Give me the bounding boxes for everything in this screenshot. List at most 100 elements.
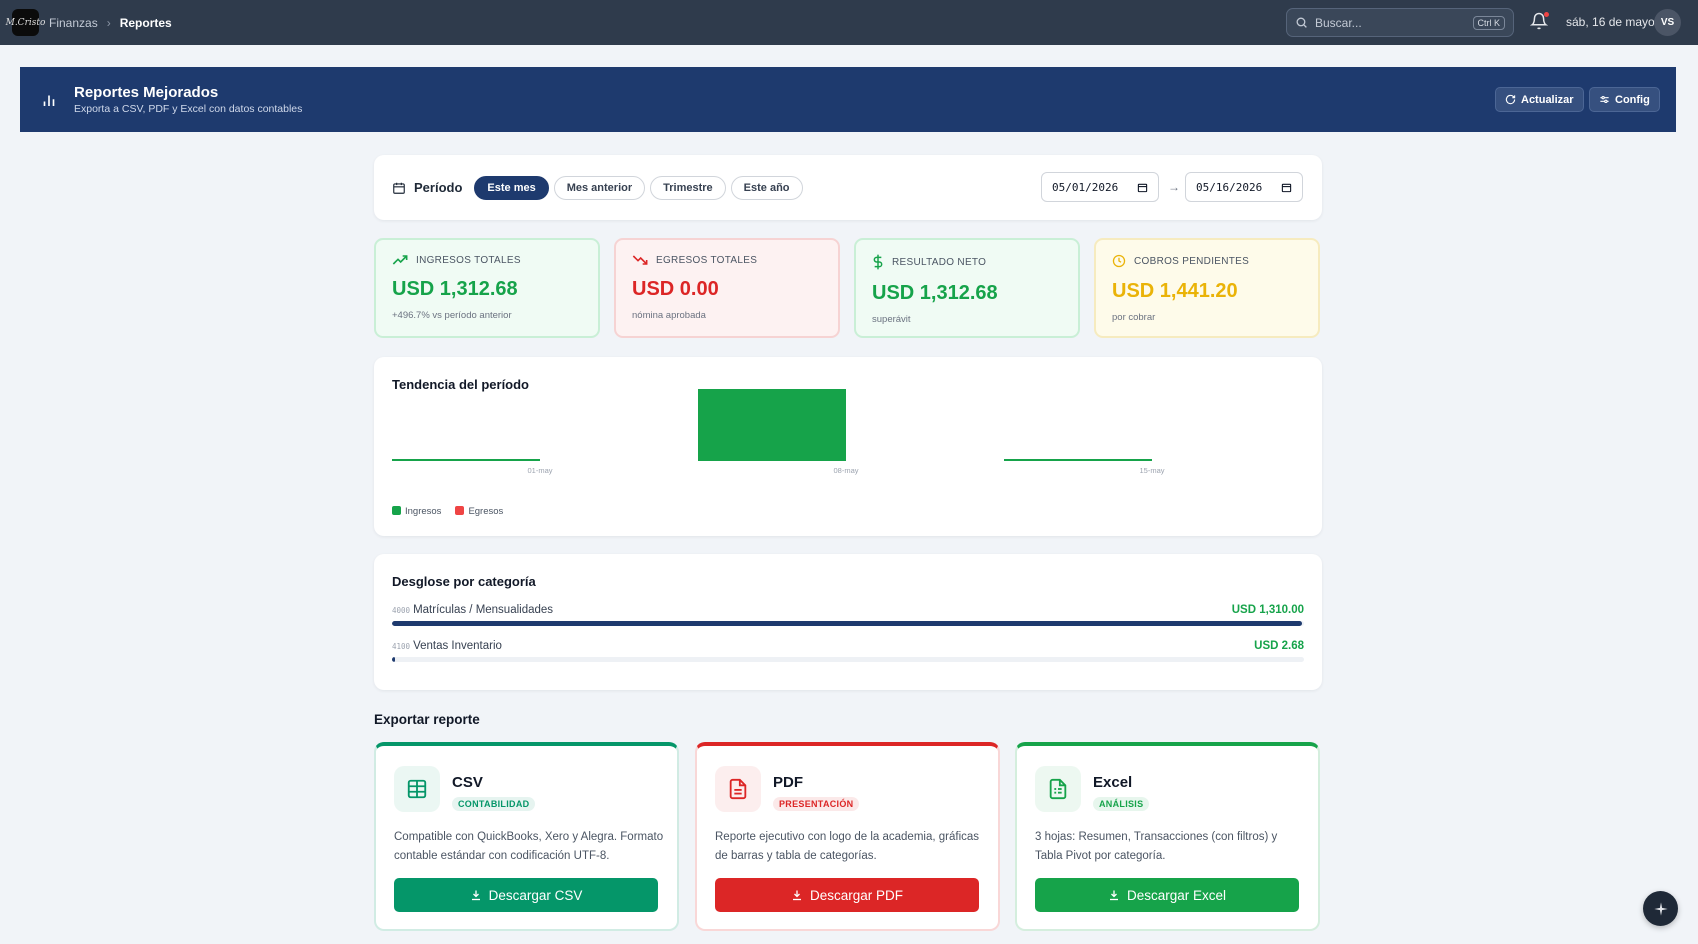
bar-chart-icon xyxy=(43,95,55,106)
download-csv-button[interactable]: Descargar CSV xyxy=(394,878,658,912)
config-button[interactable]: Config xyxy=(1589,87,1660,112)
chart-legend: Ingresos Egresos xyxy=(392,506,503,517)
stat-value: USD 0.00 xyxy=(632,278,719,300)
legend-item-egresos: Egresos xyxy=(455,506,503,517)
refresh-button[interactable]: Actualizar xyxy=(1495,87,1584,112)
notifications-button[interactable] xyxy=(1529,12,1550,32)
period-option-este-ano[interactable]: Este año xyxy=(730,175,803,200)
export-badge: CONTABILIDAD xyxy=(452,797,536,811)
spreadsheet-icon xyxy=(1035,766,1081,812)
download-icon xyxy=(792,890,801,901)
end-date-input[interactable]: 05/16/2026 xyxy=(1185,172,1303,202)
category-row: 4100 Ventas Inventario USD 2.68 xyxy=(392,640,1304,662)
notification-dot xyxy=(1544,12,1549,17)
refresh-icon xyxy=(1505,94,1516,105)
stat-card-ingresos: INGRESOS TOTALES USD 1,312.68 +496.7% vs… xyxy=(374,238,600,338)
search-icon xyxy=(1296,17,1307,28)
category-name: Matrículas / Mensualidades xyxy=(413,604,554,616)
export-description: 3 hojas: Resumen, Transacciones (con fil… xyxy=(1035,831,1278,862)
export-format-title: CSV xyxy=(452,774,483,791)
stat-note: por cobrar xyxy=(1112,312,1156,323)
trend-chart: 01-may 08-may 15-may xyxy=(392,389,1165,475)
period-option-trimestre[interactable]: Trimestre xyxy=(650,175,726,200)
x-tick-label: 08-may xyxy=(833,466,858,475)
floating-action-button[interactable] xyxy=(1643,891,1678,926)
download-label: Descargar CSV xyxy=(488,887,583,903)
sparkle-icon xyxy=(1653,901,1668,916)
x-tick-label: 01-may xyxy=(527,466,552,475)
category-amount: USD 1,310.00 xyxy=(1231,604,1304,616)
start-date-input[interactable]: 05/01/2026 xyxy=(1041,172,1159,202)
export-card-excel: Excel ANÁLISIS 3 hojas: Resumen, Transac… xyxy=(1015,742,1320,931)
period-label: Período xyxy=(414,180,463,195)
page-title: Reportes Mejorados xyxy=(74,84,219,101)
bar-ingresos-01-may xyxy=(392,459,540,461)
calendar-picker-icon[interactable] xyxy=(1281,182,1292,193)
trending-down-icon xyxy=(632,255,648,265)
calendar-picker-icon[interactable] xyxy=(1137,182,1148,193)
stat-card-resultado-neto: RESULTADO NETO USD 1,312.68 superávit xyxy=(854,238,1080,338)
stat-label: RESULTADO NETO xyxy=(892,256,987,268)
period-option-este-mes[interactable]: Este mes xyxy=(474,175,549,200)
current-date: sáb, 16 de mayo xyxy=(1566,15,1655,29)
export-description: Compatible con QuickBooks, Xero y Alegra… xyxy=(394,831,664,862)
bar-ingresos-08-may xyxy=(698,389,846,461)
category-row: 4000 Matrículas / Mensualidades USD 1,310… xyxy=(392,604,1304,626)
breadcrumb: Finanzas › Reportes xyxy=(49,16,172,30)
category-amount: USD 2.68 xyxy=(1254,640,1304,652)
breadcrumb-finanzas[interactable]: Finanzas xyxy=(49,16,98,30)
stat-note: +496.7% vs período anterior xyxy=(392,310,512,321)
breadcrumb-reportes: Reportes xyxy=(119,15,172,30)
stat-value: USD 1,312.68 xyxy=(392,278,518,300)
trend-chart-card: Tendencia del período 01-may 08-may 15-may… xyxy=(374,357,1322,536)
category-breakdown-card: Desglose por categoría 4000 Matrículas / … xyxy=(374,554,1322,690)
download-icon xyxy=(471,890,480,901)
export-badge: PRESENTACIÓN xyxy=(773,797,860,811)
search-placeholder: Buscar... xyxy=(1315,15,1362,30)
period-selector: Período Este mes Mes anterior Trimestre … xyxy=(374,155,1322,220)
category-progress-fill xyxy=(392,657,395,662)
stat-value: USD 1,441.20 xyxy=(1112,280,1238,302)
user-avatar[interactable]: VS xyxy=(1654,9,1681,36)
category-progress-track xyxy=(392,621,1304,626)
clock-icon xyxy=(1112,254,1126,268)
stat-note: nómina aprobada xyxy=(632,310,706,321)
config-label: Config xyxy=(1615,93,1650,106)
stat-note: superávit xyxy=(872,314,911,325)
download-label: Descargar PDF xyxy=(809,887,904,903)
file-text-icon xyxy=(715,766,761,812)
export-format-title: Excel xyxy=(1093,774,1133,791)
app-logo[interactable]: M.Cristo xyxy=(6,9,45,36)
end-date-value: 05/16/2026 xyxy=(1196,180,1263,194)
search-input[interactable]: Buscar... Ctrl K xyxy=(1286,8,1514,37)
export-section-title: Exportar reporte xyxy=(374,712,480,727)
start-date-value: 05/01/2026 xyxy=(1052,180,1119,194)
stat-label: COBROS PENDIENTES xyxy=(1134,255,1250,267)
search-shortcut-badge: Ctrl K xyxy=(1472,15,1505,30)
category-code: 4100 xyxy=(392,642,411,651)
export-description: Reporte ejecutivo con logo de la academi… xyxy=(715,831,980,862)
download-pdf-button[interactable]: Descargar PDF xyxy=(715,878,979,912)
period-option-mes-anterior[interactable]: Mes anterior xyxy=(553,175,646,200)
export-card-pdf: PDF PRESENTACIÓN Reporte ejecutivo con l… xyxy=(695,742,1000,931)
stat-label: EGRESOS TOTALES xyxy=(656,254,758,266)
trending-up-icon xyxy=(392,255,408,265)
category-name: Ventas Inventario xyxy=(413,640,502,652)
stat-label: INGRESOS TOTALES xyxy=(416,254,521,266)
table-icon xyxy=(394,766,440,812)
category-code: 4000 xyxy=(392,606,411,615)
stat-card-cobros-pendientes: COBROS PENDIENTES USD 1,441.20 por cobra… xyxy=(1094,238,1320,338)
category-progress-fill xyxy=(392,621,1303,626)
legend-item-ingresos: Ingresos xyxy=(392,506,441,517)
calendar-icon xyxy=(393,182,405,194)
refresh-label: Actualizar xyxy=(1521,93,1574,106)
export-badge: ANÁLISIS xyxy=(1093,797,1150,811)
export-card-csv: CSV CONTABILIDAD Compatible con QuickBoo… xyxy=(374,742,679,931)
bar-ingresos-15-may xyxy=(1004,459,1152,461)
breakdown-title: Desglose por categoría xyxy=(392,574,536,589)
page-header: Reportes Mejorados Exporta a CSV, PDF y … xyxy=(20,67,1676,132)
category-progress-track xyxy=(392,657,1304,662)
download-excel-button[interactable]: Descargar Excel xyxy=(1035,878,1299,912)
download-label: Descargar Excel xyxy=(1126,887,1227,903)
download-icon xyxy=(1109,890,1118,901)
